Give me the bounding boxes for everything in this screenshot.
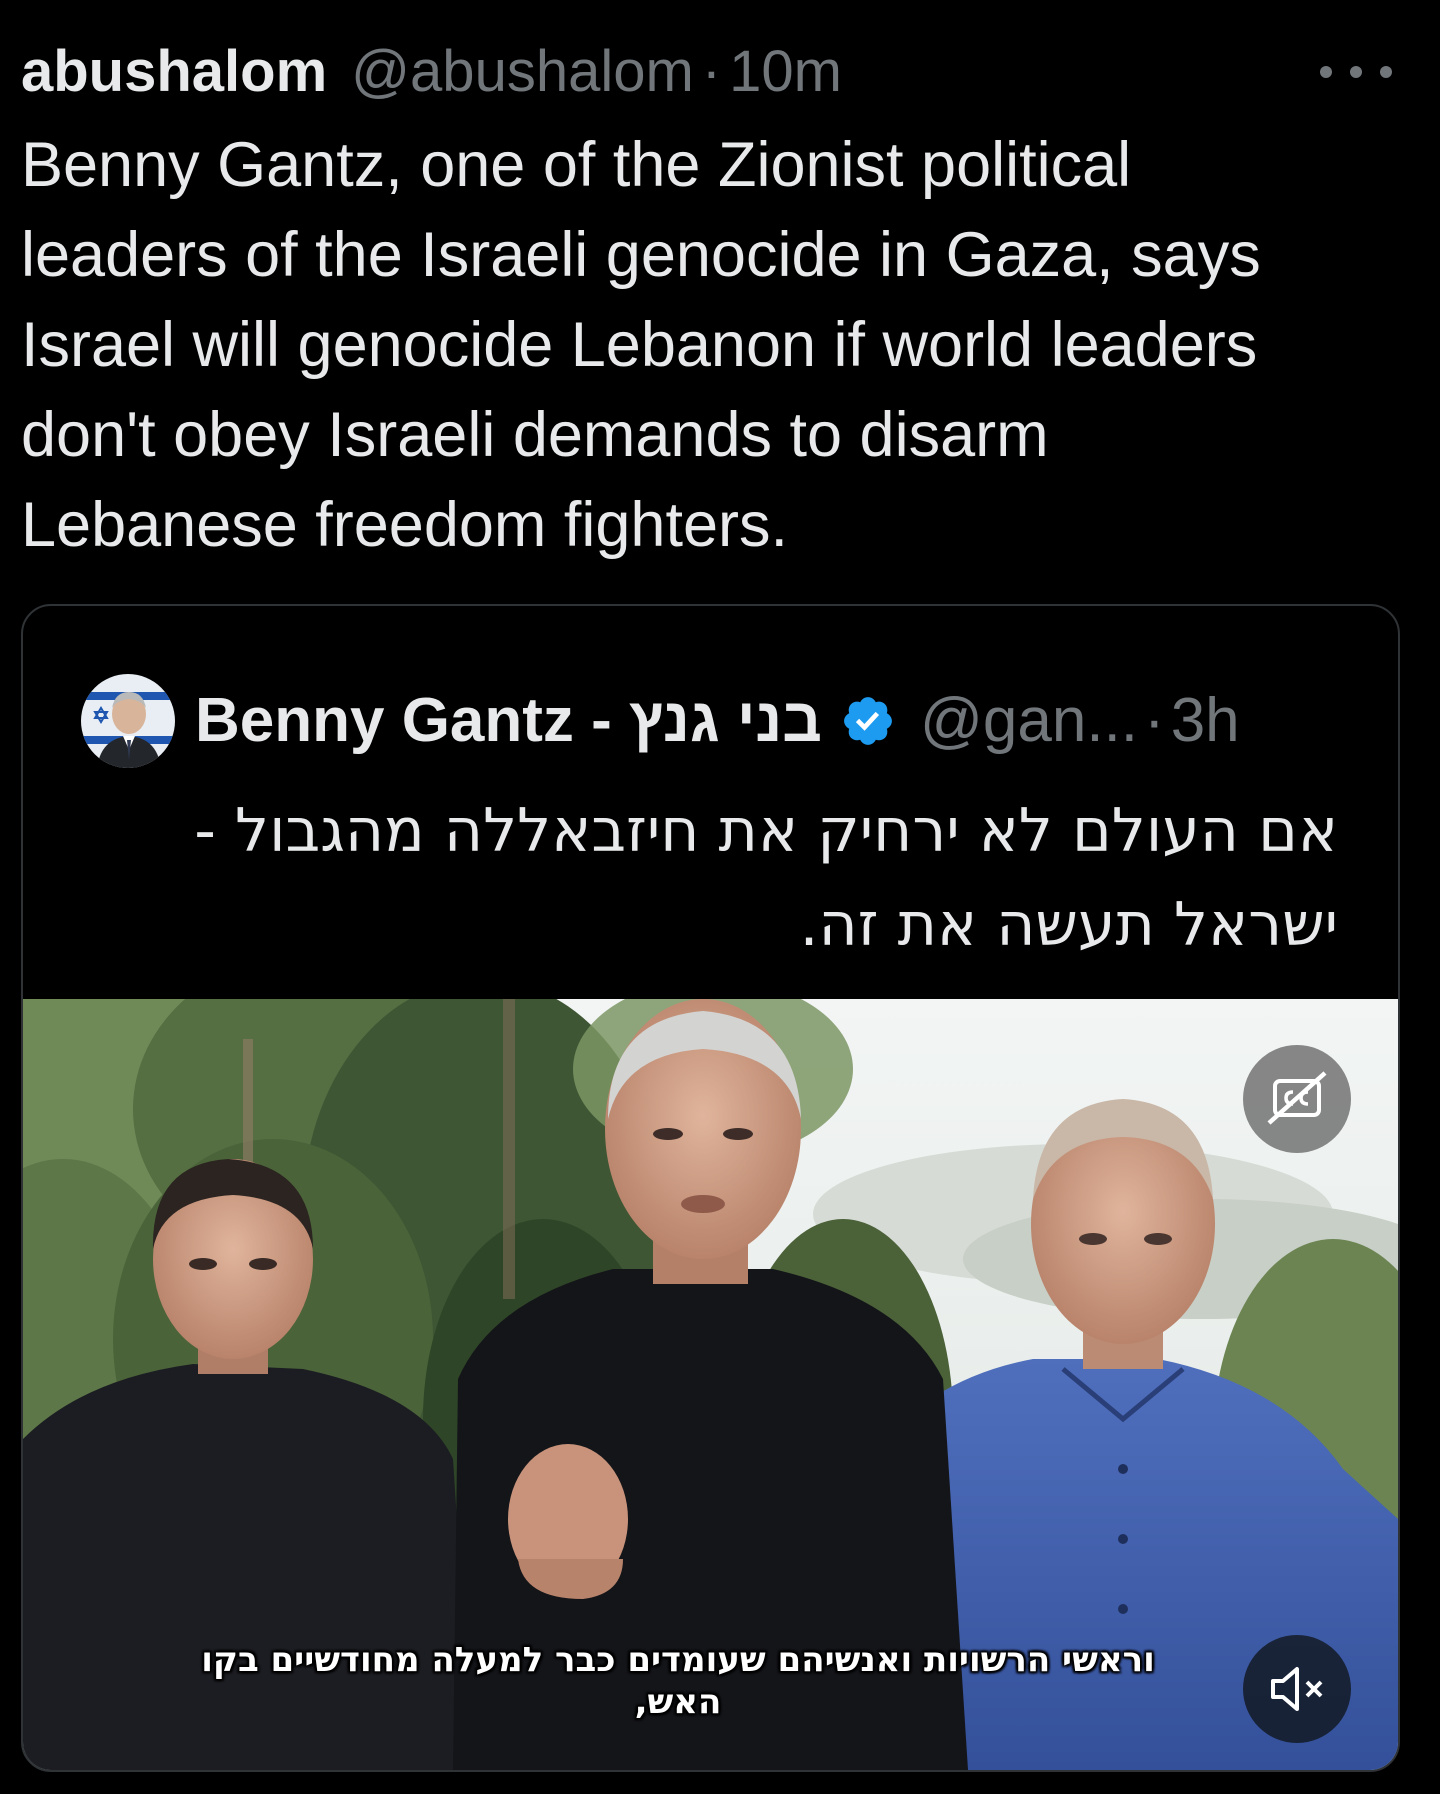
tweet-header: abushalom @abushalom · 10m [21, 36, 842, 108]
quoted-tweet-card[interactable]: Benny Gantz - בני גנץ @gan... · 3h אם הע… [21, 604, 1400, 1772]
post-timestamp[interactable]: 10m [729, 36, 842, 108]
avatar[interactable] [81, 674, 175, 768]
quoted-author-display-name[interactable]: Benny Gantz - בני גנץ [195, 674, 822, 768]
more-options-button[interactable] [1320, 54, 1392, 90]
video-subtitle: וראשי הרשויות ואנשיהם שעומדים כבר למעלה … [201, 1640, 1155, 1722]
author-handle[interactable]: @abushalom [351, 36, 694, 108]
quoted-author-handle[interactable]: @gan... [920, 674, 1138, 768]
quoted-tweet-header: Benny Gantz - בני גנץ @gan... · 3h [81, 674, 1240, 768]
author-display-name[interactable]: abushalom [21, 36, 327, 108]
more-horizontal-icon [1320, 66, 1332, 78]
volume-muted-icon [1271, 1667, 1323, 1711]
mute-toggle-button[interactable] [1243, 1635, 1351, 1743]
verified-badge-icon [844, 697, 892, 745]
captions-off-icon [1267, 1071, 1327, 1125]
tweet[interactable]: abushalom @abushalom · 10m Benny Gantz, … [0, 0, 1440, 1794]
tweet-text: Benny Gantz, one of the Zionist politica… [21, 130, 1261, 560]
video-player[interactable]: וראשי הרשויות ואנשיהם שעומדים כבר למעלה … [23, 999, 1398, 1770]
captions-toggle-button[interactable] [1243, 1045, 1351, 1153]
quoted-tweet-text: אם העולם לא ירחיק את חיזבאללה מהגבול - י… [194, 796, 1338, 960]
quoted-post-timestamp[interactable]: 3h [1171, 674, 1240, 768]
header-separator: · [701, 39, 722, 104]
quoted-header-separator: · [1144, 686, 1165, 755]
